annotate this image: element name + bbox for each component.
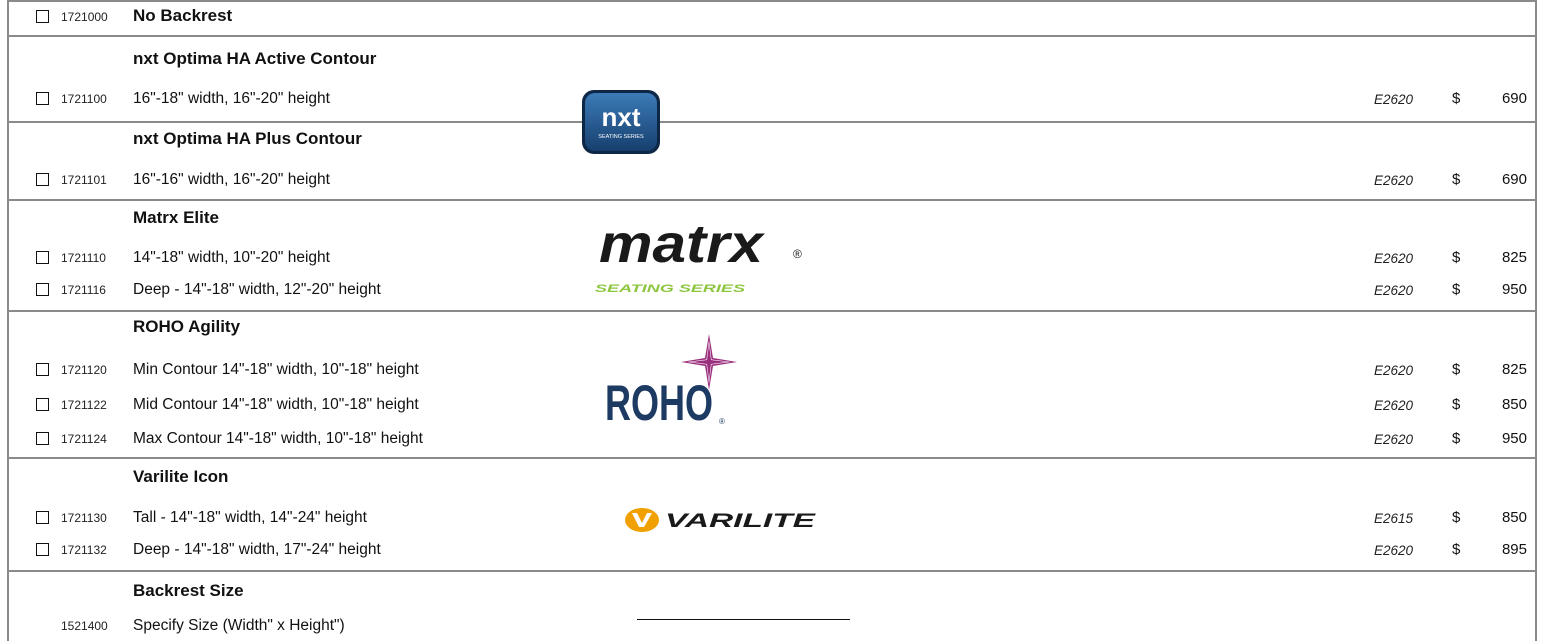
option-row: 1721100 16"-18" width, 16"-20" height E2… bbox=[9, 84, 1535, 116]
checkbox-1721124[interactable] bbox=[36, 432, 49, 445]
product-code: 1721124 bbox=[61, 432, 107, 446]
order-form-table: 1721000 No Backrest nxt Optima HA Active… bbox=[7, 0, 1537, 641]
price: 850 bbox=[1501, 509, 1527, 526]
price: 950 bbox=[1501, 430, 1527, 447]
currency-symbol: $ bbox=[1452, 249, 1461, 266]
product-description: 16"-18" width, 16"-20" height bbox=[133, 90, 330, 107]
checkbox-1721130[interactable] bbox=[36, 511, 49, 524]
section-title: Varilite Icon bbox=[133, 467, 229, 486]
hcpcs-code: E2615 bbox=[1374, 511, 1414, 526]
section-header: Varilite Icon bbox=[9, 463, 1535, 495]
currency-symbol: $ bbox=[1452, 90, 1461, 107]
nxt-logo: nxt SEATING SERIES bbox=[579, 88, 663, 156]
currency-symbol: $ bbox=[1452, 396, 1461, 413]
checkbox-no-backrest[interactable] bbox=[36, 10, 49, 23]
product-description: Mid Contour 14"-18" width, 10"-18" heigh… bbox=[133, 396, 419, 413]
checkbox-1721120[interactable] bbox=[36, 363, 49, 376]
option-row: 1521400 Specify Size (Width" x Height") bbox=[9, 611, 1535, 643]
nxt-logo-subtext: SEATING SERIES bbox=[598, 134, 644, 140]
product-code: 1721132 bbox=[61, 543, 107, 557]
option-row: 1721122 Mid Contour 14"-18" width, 10"-1… bbox=[9, 390, 1535, 422]
product-code: 1721122 bbox=[61, 398, 107, 412]
section-backrest-size: Backrest Size 1521400 Specify Size (Widt… bbox=[9, 570, 1535, 643]
product-code: 1721101 bbox=[61, 173, 107, 187]
product-description: 16"-16" width, 16"-20" height bbox=[133, 171, 330, 188]
option-row: 1721000 No Backrest bbox=[9, 2, 1535, 34]
section-roho-agility: ROHO Agility 1721120 Min Contour 14"-18"… bbox=[9, 310, 1535, 459]
hcpcs-code: E2620 bbox=[1374, 432, 1414, 447]
price: 825 bbox=[1501, 249, 1527, 266]
section-header: ROHO Agility bbox=[9, 313, 1535, 345]
matrx-registered-mark: ® bbox=[793, 247, 802, 261]
varilite-v-icon bbox=[625, 508, 659, 532]
product-description: Min Contour 14"-18" width, 10"-18" heigh… bbox=[133, 361, 419, 378]
matrx-logo-subtext: SEATING SERIES bbox=[595, 283, 746, 295]
product-code: 1521400 bbox=[61, 619, 108, 633]
section-header: Backrest Size bbox=[9, 577, 1535, 609]
matrx-logo-text: matrx bbox=[599, 220, 765, 274]
hcpcs-code: E2620 bbox=[1374, 398, 1414, 413]
nxt-logo-text: nxt bbox=[602, 102, 641, 132]
product-code: 1721110 bbox=[61, 251, 106, 265]
matrx-logo: matrx SEATING SERIES ® bbox=[581, 214, 821, 296]
hcpcs-code: E2620 bbox=[1374, 363, 1414, 378]
option-row: 1721124 Max Contour 14"-18" width, 10"-1… bbox=[9, 424, 1535, 456]
price: 690 bbox=[1501, 171, 1527, 188]
currency-symbol: $ bbox=[1452, 361, 1461, 378]
hcpcs-code: E2620 bbox=[1374, 283, 1414, 298]
varilite-logo: VARILITE bbox=[625, 505, 845, 535]
section-no-backrest: 1721000 No Backrest bbox=[9, 2, 1535, 37]
varilite-logo-text: VARILITE bbox=[665, 511, 817, 532]
product-description: Deep - 14"-18" width, 12"-20" height bbox=[133, 281, 381, 298]
product-code: 1721000 bbox=[61, 10, 108, 24]
product-description: Specify Size (Width" x Height") bbox=[133, 617, 345, 634]
currency-symbol: $ bbox=[1452, 281, 1461, 298]
price: 825 bbox=[1501, 361, 1527, 378]
price: 950 bbox=[1501, 281, 1527, 298]
hcpcs-code: E2620 bbox=[1374, 92, 1414, 107]
price: 895 bbox=[1501, 541, 1527, 558]
section-title: Matrx Elite bbox=[133, 208, 219, 227]
hcpcs-code: E2620 bbox=[1374, 543, 1414, 558]
section-title: nxt Optima HA Plus Contour bbox=[133, 129, 362, 148]
section-title: No Backrest bbox=[133, 6, 233, 25]
currency-symbol: $ bbox=[1452, 171, 1461, 188]
currency-symbol: $ bbox=[1452, 541, 1461, 558]
checkbox-1721101[interactable] bbox=[36, 173, 49, 186]
option-row: 1721132 Deep - 14"-18" width, 17"-24" he… bbox=[9, 535, 1535, 567]
price: 690 bbox=[1501, 90, 1527, 107]
hcpcs-code: E2620 bbox=[1374, 251, 1414, 266]
checkbox-1721122[interactable] bbox=[36, 398, 49, 411]
product-code: 1721100 bbox=[61, 92, 107, 106]
product-code: 1721116 bbox=[61, 283, 106, 297]
product-description: 14"-18" width, 10"-20" height bbox=[133, 249, 330, 266]
product-description: Tall - 14"-18" width, 14"-24" height bbox=[133, 509, 367, 526]
checkbox-1721132[interactable] bbox=[36, 543, 49, 556]
roho-logo-text: ROHO bbox=[605, 375, 713, 431]
section-title: nxt Optima HA Active Contour bbox=[133, 49, 377, 68]
section-nxt-active: nxt Optima HA Active Contour 1721100 16"… bbox=[9, 35, 1535, 123]
currency-symbol: $ bbox=[1452, 509, 1461, 526]
option-row: 1721101 16"-16" width, 16"-20" height E2… bbox=[9, 165, 1535, 197]
checkbox-1721110[interactable] bbox=[36, 251, 49, 264]
checkbox-1721116[interactable] bbox=[36, 283, 49, 296]
hcpcs-code: E2620 bbox=[1374, 173, 1414, 188]
section-title: Backrest Size bbox=[133, 581, 244, 600]
roho-logo: ROHO ® bbox=[605, 334, 755, 434]
checkbox-1721100[interactable] bbox=[36, 92, 49, 105]
size-entry-line[interactable] bbox=[637, 619, 850, 620]
section-header: nxt Optima HA Active Contour bbox=[9, 45, 1535, 77]
section-nxt-plus: nxt Optima HA Plus Contour 1721101 16"-1… bbox=[9, 121, 1535, 201]
currency-symbol: $ bbox=[1452, 430, 1461, 447]
option-row: 1721120 Min Contour 14"-18" width, 10"-1… bbox=[9, 355, 1535, 387]
product-code: 1721120 bbox=[61, 363, 107, 377]
section-header: nxt Optima HA Plus Contour bbox=[9, 125, 1535, 157]
product-description: Deep - 14"-18" width, 17"-24" height bbox=[133, 541, 381, 558]
product-description: Max Contour 14"-18" width, 10"-18" heigh… bbox=[133, 430, 423, 447]
roho-registered-mark: ® bbox=[719, 417, 725, 426]
price: 850 bbox=[1501, 396, 1527, 413]
product-code: 1721130 bbox=[61, 511, 107, 525]
section-title: ROHO Agility bbox=[133, 317, 241, 336]
